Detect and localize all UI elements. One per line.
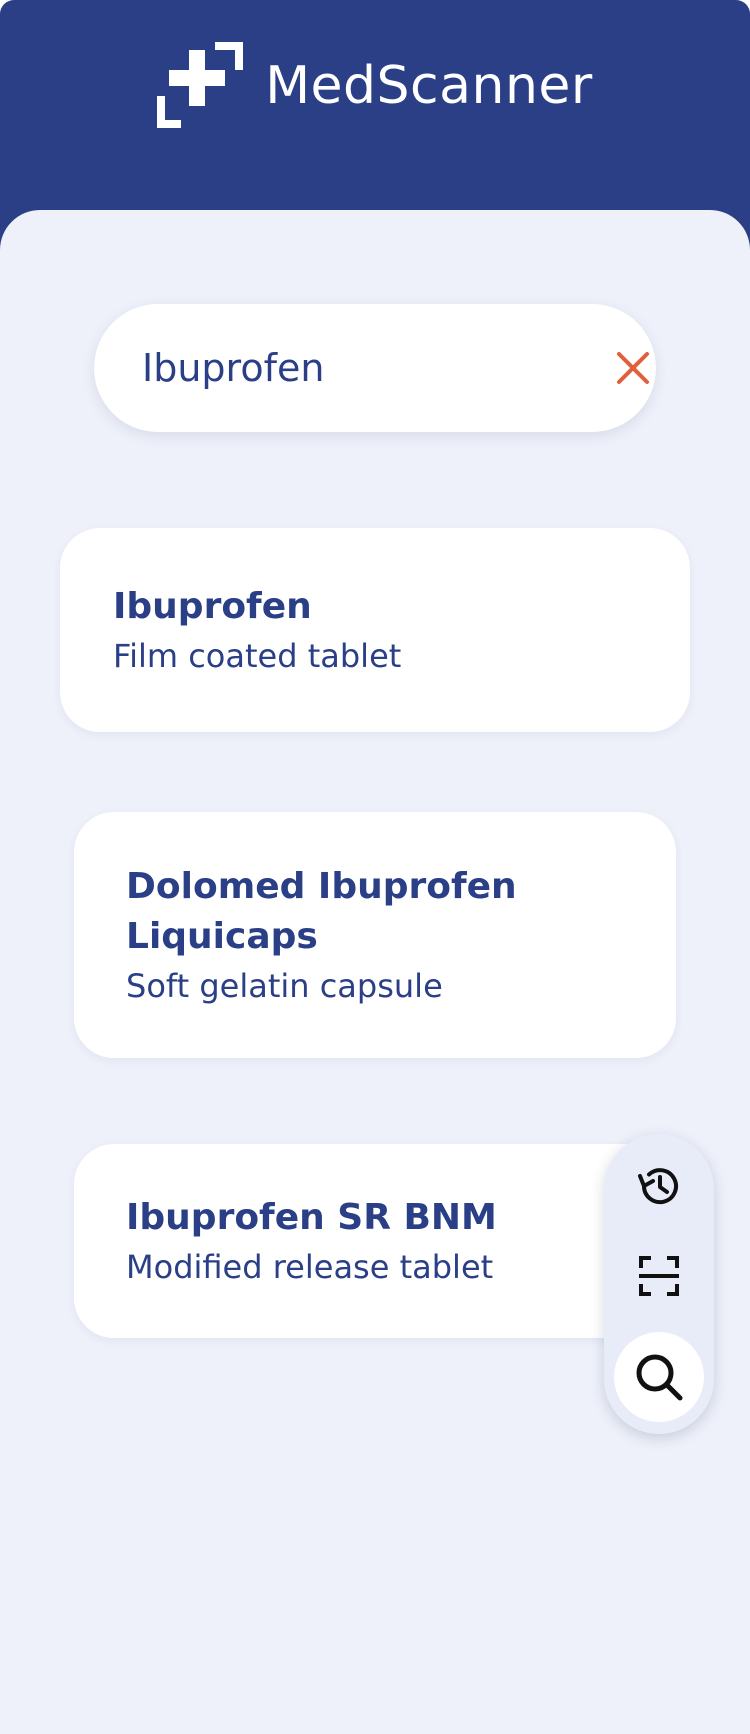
result-card[interactable]: Ibuprofen Film coated tablet bbox=[60, 528, 690, 732]
result-name: Dolomed Ibuprofen Liquicaps bbox=[126, 866, 517, 957]
search-icon bbox=[636, 1354, 683, 1401]
app-title: MedScanner bbox=[265, 56, 593, 116]
result-name: Ibuprofen bbox=[113, 586, 312, 627]
scan-icon bbox=[639, 1256, 679, 1296]
clear-search-button[interactable] bbox=[615, 346, 651, 390]
brand: MedScanner bbox=[157, 42, 593, 130]
app-header: MedScanner bbox=[0, 0, 750, 210]
scan-button[interactable] bbox=[629, 1246, 689, 1306]
search-bar bbox=[94, 304, 656, 432]
result-card[interactable]: Ibuprofen SR BNM Modified release tablet bbox=[74, 1144, 674, 1338]
result-form: Film coated tablet bbox=[113, 637, 402, 675]
result-form: Soft gelatin capsule bbox=[126, 967, 443, 1005]
result-name: Ibuprofen SR BNM bbox=[126, 1197, 497, 1238]
result-form: Modified release tablet bbox=[126, 1248, 494, 1286]
history-button[interactable] bbox=[629, 1156, 689, 1216]
history-icon bbox=[638, 1168, 678, 1205]
search-input[interactable] bbox=[142, 346, 615, 390]
search-button[interactable] bbox=[614, 1332, 704, 1422]
floating-action-menu bbox=[604, 1134, 714, 1434]
result-card[interactable]: Dolomed Ibuprofen Liquicaps Soft gelatin… bbox=[74, 812, 676, 1058]
main-content: Ibuprofen Film coated tablet Dolomed Ibu… bbox=[0, 210, 750, 1734]
app-window: MedScanner Ibuprofen Film coated tablet … bbox=[0, 0, 750, 1734]
close-icon bbox=[617, 352, 649, 384]
medscanner-logo-icon bbox=[157, 42, 245, 130]
